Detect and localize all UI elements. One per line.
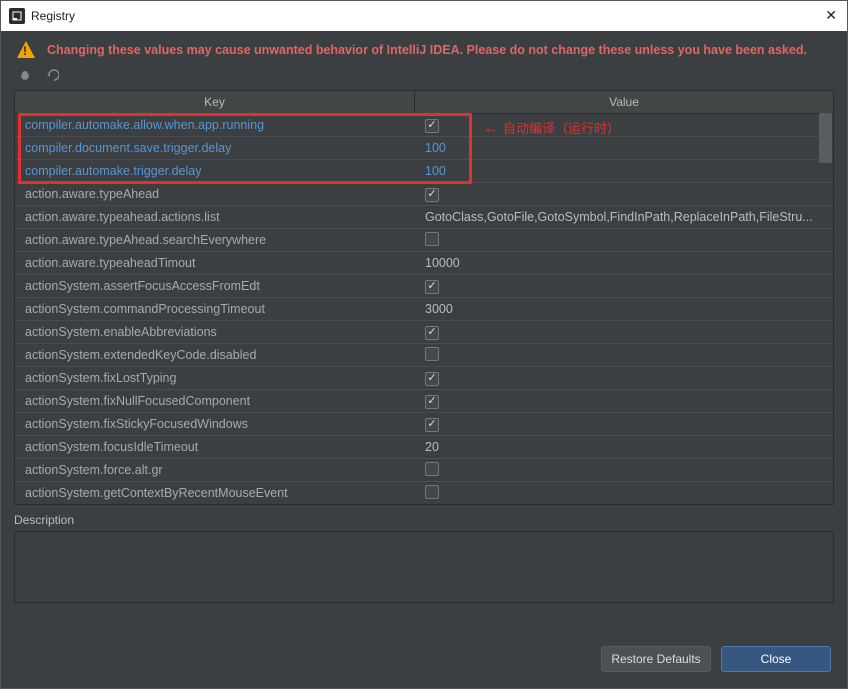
cell-value[interactable]: 3000 bbox=[415, 302, 833, 316]
checkbox[interactable] bbox=[425, 119, 439, 133]
cell-key: compiler.automake.allow.when.app.running bbox=[15, 118, 415, 132]
table-body: compiler.automake.allow.when.app.running… bbox=[15, 114, 833, 504]
cell-value[interactable] bbox=[415, 186, 833, 202]
table-row[interactable]: actionSystem.force.alt.gr bbox=[15, 459, 833, 482]
cell-key: action.aware.typeaheadTimout bbox=[15, 256, 415, 270]
cell-value[interactable] bbox=[415, 232, 833, 249]
table-row[interactable]: actionSystem.fixNullFocusedComponent bbox=[15, 390, 833, 413]
cell-value[interactable] bbox=[415, 324, 833, 340]
bug-icon[interactable] bbox=[17, 68, 33, 84]
checkbox[interactable] bbox=[425, 232, 439, 246]
cell-value[interactable] bbox=[415, 370, 833, 386]
checkbox[interactable] bbox=[425, 395, 439, 409]
close-icon[interactable]: ✕ bbox=[825, 7, 837, 24]
cell-key: actionSystem.fixNullFocusedComponent bbox=[15, 394, 415, 408]
cell-key: action.aware.typeahead.actions.list bbox=[15, 210, 415, 224]
restore-defaults-button[interactable]: Restore Defaults bbox=[601, 646, 711, 672]
titlebar: Registry ✕ bbox=[1, 1, 847, 31]
cell-value[interactable] bbox=[415, 416, 833, 432]
cell-key: actionSystem.commandProcessingTimeout bbox=[15, 302, 415, 316]
registry-table: Key Value compiler.automake.allow.when.a… bbox=[14, 90, 834, 505]
description-box bbox=[14, 531, 834, 603]
table-row[interactable]: actionSystem.commandProcessingTimeout300… bbox=[15, 298, 833, 321]
table-row[interactable]: actionSystem.fixLostTyping bbox=[15, 367, 833, 390]
checkbox[interactable] bbox=[425, 347, 439, 361]
table-row[interactable]: compiler.document.save.trigger.delay100 bbox=[15, 137, 833, 160]
description-label: Description bbox=[14, 513, 834, 527]
dialog-footer: Restore Defaults Close bbox=[1, 603, 847, 688]
cell-key: actionSystem.enableAbbreviations bbox=[15, 325, 415, 339]
cell-value[interactable]: 100 bbox=[415, 141, 833, 155]
warning-text: Changing these values may cause unwanted… bbox=[47, 43, 807, 57]
scrollbar-thumb[interactable] bbox=[819, 113, 832, 163]
cell-value[interactable] bbox=[415, 393, 833, 409]
table-row[interactable]: action.aware.typeAhead.searchEverywhere bbox=[15, 229, 833, 252]
cell-key: actionSystem.extendedKeyCode.disabled bbox=[15, 348, 415, 362]
table-row[interactable]: action.aware.typeahead.actions.listGotoC… bbox=[15, 206, 833, 229]
alert-icon bbox=[17, 41, 35, 58]
cell-key: actionSystem.fixLostTyping bbox=[15, 371, 415, 385]
cell-key: compiler.automake.trigger.delay bbox=[15, 164, 415, 178]
dialog-body: Changing these values may cause unwanted… bbox=[1, 31, 847, 688]
cell-value[interactable] bbox=[415, 462, 833, 479]
checkbox[interactable] bbox=[425, 326, 439, 340]
app-icon bbox=[9, 8, 25, 24]
cell-key: actionSystem.force.alt.gr bbox=[15, 463, 415, 477]
table-row[interactable]: actionSystem.getContextByRecentMouseEven… bbox=[15, 482, 833, 504]
cell-key: actionSystem.focusIdleTimeout bbox=[15, 440, 415, 454]
table-row[interactable]: actionSystem.enableAbbreviations bbox=[15, 321, 833, 344]
table-row[interactable]: actionSystem.fixStickyFocusedWindows bbox=[15, 413, 833, 436]
cell-value[interactable] bbox=[415, 347, 833, 364]
checkbox[interactable] bbox=[425, 280, 439, 294]
cell-value[interactable]: 10000 bbox=[415, 256, 833, 270]
column-header-key[interactable]: Key bbox=[15, 91, 415, 113]
cell-value[interactable]: GotoClass,GotoFile,GotoSymbol,FindInPath… bbox=[415, 210, 833, 224]
window-title: Registry bbox=[31, 9, 75, 23]
cell-key: actionSystem.fixStickyFocusedWindows bbox=[15, 417, 415, 431]
table-header: Key Value bbox=[15, 91, 833, 114]
checkbox[interactable] bbox=[425, 372, 439, 386]
table-row[interactable]: compiler.automake.trigger.delay100 bbox=[15, 160, 833, 183]
cell-value[interactable] bbox=[415, 278, 833, 294]
cell-key: actionSystem.getContextByRecentMouseEven… bbox=[15, 486, 415, 500]
column-header-value[interactable]: Value bbox=[415, 91, 833, 113]
cell-key: action.aware.typeAhead.searchEverywhere bbox=[15, 233, 415, 247]
table-row[interactable]: actionSystem.assertFocusAccessFromEdt bbox=[15, 275, 833, 298]
table-row[interactable]: actionSystem.extendedKeyCode.disabled bbox=[15, 344, 833, 367]
close-button[interactable]: Close bbox=[721, 646, 831, 672]
checkbox[interactable] bbox=[425, 188, 439, 202]
cell-value[interactable]: 100 bbox=[415, 164, 833, 178]
checkbox[interactable] bbox=[425, 485, 439, 499]
cell-value[interactable]: 20 bbox=[415, 440, 833, 454]
cell-key: compiler.document.save.trigger.delay bbox=[15, 141, 415, 155]
table-row[interactable]: action.aware.typeaheadTimout10000 bbox=[15, 252, 833, 275]
cell-value[interactable] bbox=[415, 117, 833, 133]
table-row[interactable]: action.aware.typeAhead bbox=[15, 183, 833, 206]
checkbox[interactable] bbox=[425, 418, 439, 432]
cell-key: action.aware.typeAhead bbox=[15, 187, 415, 201]
table-row[interactable]: compiler.automake.allow.when.app.running bbox=[15, 114, 833, 137]
toolbar bbox=[1, 66, 847, 90]
cell-key: actionSystem.assertFocusAccessFromEdt bbox=[15, 279, 415, 293]
undo-icon[interactable] bbox=[43, 68, 59, 84]
warning-banner: Changing these values may cause unwanted… bbox=[1, 31, 847, 66]
checkbox[interactable] bbox=[425, 462, 439, 476]
table-row[interactable]: actionSystem.focusIdleTimeout20 bbox=[15, 436, 833, 459]
cell-value[interactable] bbox=[415, 485, 833, 502]
registry-dialog: Registry ✕ Changing these values may cau… bbox=[0, 0, 848, 689]
